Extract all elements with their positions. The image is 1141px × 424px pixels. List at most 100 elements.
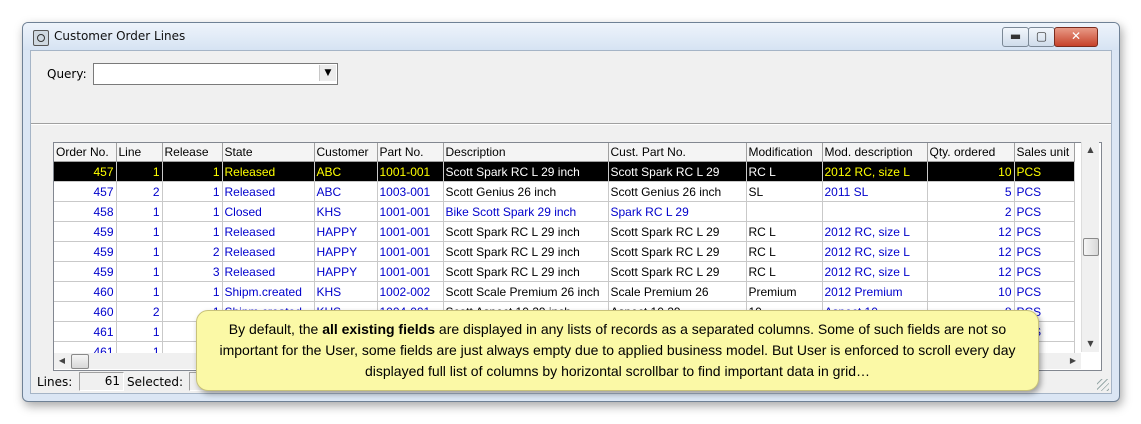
table-cell[interactable]: 1 — [116, 241, 163, 262]
column-header[interactable]: Modification — [746, 143, 823, 162]
table-cell[interactable]: 461 — [54, 321, 117, 342]
close-button[interactable]: ✕ — [1054, 27, 1098, 47]
table-cell[interactable]: KHS — [314, 281, 378, 302]
table-cell[interactable]: Scale Premium 26 — [608, 281, 747, 302]
table-cell[interactable]: Released — [222, 221, 315, 242]
column-header[interactable]: Sales unit — [1014, 143, 1075, 162]
scroll-right-icon[interactable]: ▶ — [1065, 353, 1081, 369]
vertical-scroll-thumb[interactable] — [1083, 238, 1099, 256]
table-cell[interactable]: 1 — [162, 221, 223, 242]
table-cell[interactable]: 12 — [927, 261, 1015, 282]
table-cell[interactable]: 1 — [116, 221, 163, 242]
table-cell[interactable]: 3 — [162, 261, 223, 282]
table-row[interactable]: 460 1 1 Shipm.created KHS 1002-002 Scott Scale… — [54, 281, 1075, 302]
table-cell[interactable]: PCS — [1014, 241, 1075, 262]
table-cell[interactable]: Released — [222, 261, 315, 282]
column-header[interactable]: Line — [116, 143, 163, 162]
table-cell[interactable]: 459 — [54, 261, 117, 282]
table-cell[interactable]: RC L — [746, 221, 823, 242]
table-cell[interactable]: 459 — [54, 241, 117, 262]
table-row[interactable]: 459 1 1 Released HAPPY 1001-001 Scott Spark RC… — [54, 221, 1075, 242]
table-cell[interactable]: Closed — [222, 201, 315, 222]
table-cell[interactable]: 1 — [116, 201, 163, 222]
chevron-down-icon[interactable]: ▼ — [319, 65, 336, 81]
table-cell[interactable]: 1 — [162, 161, 223, 182]
table-row[interactable]: 457 2 1 Released ABC 1003-001 Scott Genius 26 … — [54, 181, 1075, 202]
table-row[interactable]: 459 1 3 Released HAPPY 1001-001 Scott Spark RC… — [54, 261, 1075, 282]
table-cell[interactable]: Scott Genius 26 inch — [443, 181, 609, 202]
table-cell[interactable]: SL — [746, 181, 823, 202]
table-cell[interactable]: Scott Spark RC L 29 inch — [443, 161, 609, 182]
table-cell[interactable]: 1001-001 — [377, 201, 444, 222]
resize-grip-icon[interactable] — [1097, 379, 1109, 391]
table-cell[interactable]: HAPPY — [314, 241, 378, 262]
table-cell[interactable]: 5 — [927, 181, 1015, 202]
scroll-up-icon[interactable]: ▲ — [1082, 142, 1099, 158]
table-cell[interactable]: Bike Scott Spark 29 inch — [443, 201, 609, 222]
table-cell[interactable]: PCS — [1014, 181, 1075, 202]
table-cell[interactable]: 1001-001 — [377, 241, 444, 262]
table-cell[interactable]: PCS — [1014, 221, 1075, 242]
query-dropdown[interactable]: ▼ — [93, 63, 338, 85]
table-cell[interactable]: PCS — [1014, 201, 1075, 222]
table-cell[interactable] — [822, 201, 928, 222]
table-cell[interactable]: 12 — [927, 241, 1015, 262]
table-cell[interactable]: 458 — [54, 201, 117, 222]
table-cell[interactable]: Released — [222, 161, 315, 182]
table-cell[interactable] — [746, 201, 823, 222]
table-cell[interactable]: 2012 RC, size L — [822, 161, 928, 182]
table-cell[interactable]: Scott Scale Premium 26 inch — [443, 281, 609, 302]
column-header[interactable]: Order No. — [54, 143, 117, 162]
maximize-button[interactable]: ▢ — [1028, 27, 1055, 47]
table-cell[interactable]: PCS — [1014, 161, 1075, 182]
table-cell[interactable]: Released — [222, 241, 315, 262]
table-cell[interactable]: RC L — [746, 161, 823, 182]
table-cell[interactable]: 1001-001 — [377, 221, 444, 242]
table-cell[interactable]: Premium — [746, 281, 823, 302]
table-cell[interactable]: Scott Genius 26 inch — [608, 181, 747, 202]
table-cell[interactable]: 2 — [927, 201, 1015, 222]
table-cell[interactable]: 12 — [927, 221, 1015, 242]
vertical-scrollbar[interactable]: ▲ ▼ — [1081, 142, 1099, 352]
table-cell[interactable]: 1 — [162, 181, 223, 202]
table-cell[interactable]: Released — [222, 181, 315, 202]
column-header[interactable]: Release — [162, 143, 223, 162]
table-cell[interactable]: 1 — [116, 161, 163, 182]
table-cell[interactable]: 2011 SL — [822, 181, 928, 202]
table-cell[interactable]: Scott Spark RC L 29 — [608, 161, 747, 182]
minimize-button[interactable]: ▬ — [1002, 27, 1029, 47]
column-header[interactable]: State — [222, 143, 315, 162]
table-cell[interactable]: 1 — [162, 281, 223, 302]
table-cell[interactable]: 457 — [54, 181, 117, 202]
table-cell[interactable]: 2012 RC, size L — [822, 241, 928, 262]
table-cell[interactable]: 2 — [162, 241, 223, 262]
column-header[interactable]: Description — [443, 143, 609, 162]
table-cell[interactable]: HAPPY — [314, 261, 378, 282]
table-cell[interactable]: Scott Spark RC L 29 inch — [443, 221, 609, 242]
table-cell[interactable]: Scott Spark RC L 29 inch — [443, 261, 609, 282]
table-row[interactable]: 457 1 1 Released ABC 1001-001 Scott Spark RC L… — [54, 161, 1075, 182]
table-cell[interactable]: PCS — [1014, 261, 1075, 282]
column-header[interactable]: Cust. Part No. — [608, 143, 747, 162]
table-cell[interactable]: 10 — [927, 161, 1015, 182]
table-cell[interactable]: 2012 RC, size L — [822, 261, 928, 282]
table-cell[interactable]: 10 — [927, 281, 1015, 302]
table-cell[interactable]: ABC — [314, 181, 378, 202]
table-cell[interactable]: 459 — [54, 221, 117, 242]
column-header[interactable]: Customer — [314, 143, 378, 162]
table-cell[interactable]: 2012 RC, size L — [822, 221, 928, 242]
table-cell[interactable]: 1 — [116, 321, 163, 342]
table-row[interactable]: 458 1 1 Closed KHS 1001-001 Bike Scott Spark 2… — [54, 201, 1075, 222]
table-cell[interactable]: RC L — [746, 261, 823, 282]
table-cell[interactable]: Scott Spark RC L 29 — [608, 261, 747, 282]
scroll-left-icon[interactable]: ◀ — [54, 353, 70, 369]
table-cell[interactable]: 1 — [162, 201, 223, 222]
table-cell[interactable]: RC L — [746, 241, 823, 262]
title-bar[interactable]: Customer Order Lines ▬ ▢ ✕ — [23, 23, 1119, 50]
table-cell[interactable]: 460 — [54, 301, 117, 322]
table-cell[interactable]: 457 — [54, 161, 117, 182]
table-cell[interactable]: Scott Spark RC L 29 inch — [443, 241, 609, 262]
table-cell[interactable]: Scott Spark RC L 29 — [608, 221, 747, 242]
column-header[interactable]: Part No. — [377, 143, 444, 162]
table-row[interactable]: 459 1 2 Released HAPPY 1001-001 Scott Spark RC… — [54, 241, 1075, 262]
